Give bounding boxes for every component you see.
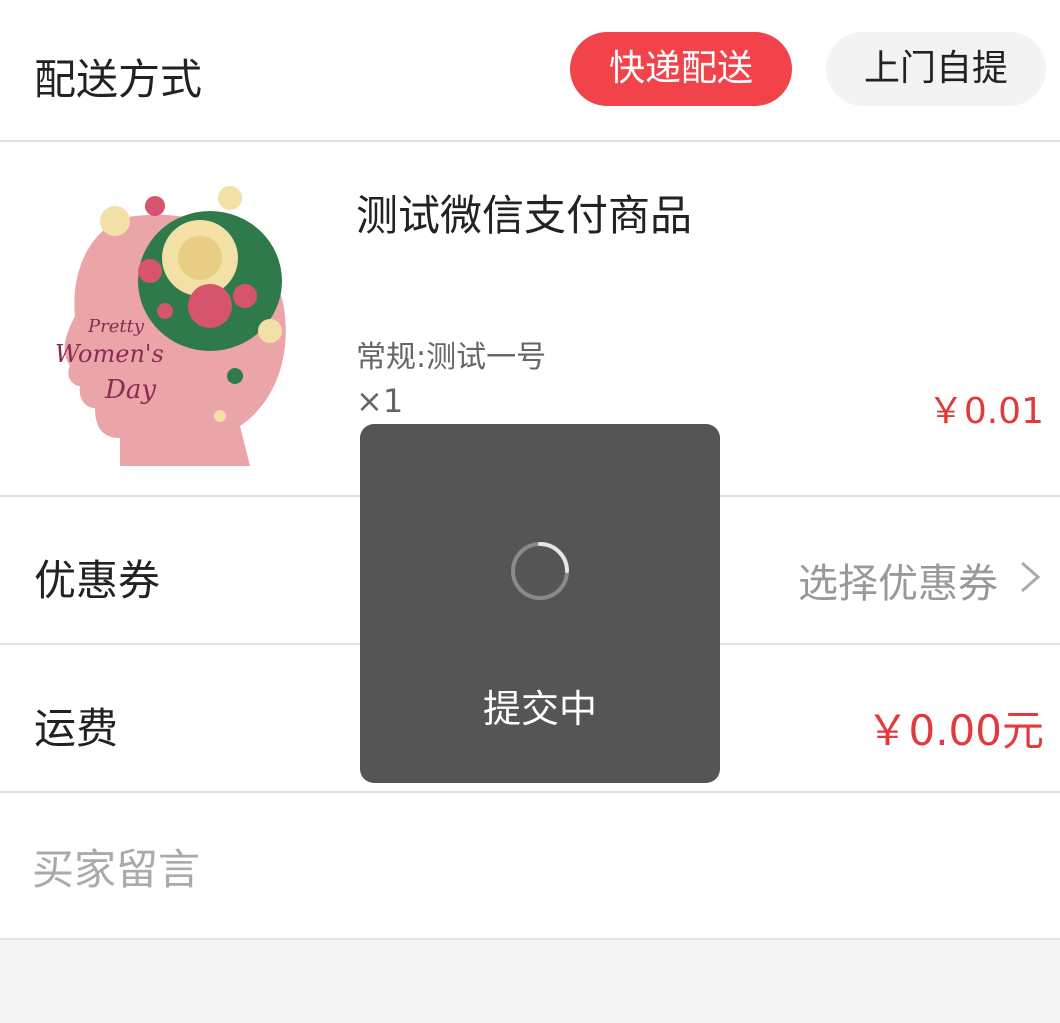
chevron-right-icon xyxy=(1021,561,1041,593)
express-delivery-button[interactable]: 快递配送 xyxy=(570,32,792,106)
shipping-fee-value: ￥0.00元 xyxy=(866,706,1044,755)
product-price: ￥0.01 xyxy=(927,391,1044,432)
coupon-select-text[interactable]: 选择优惠券 xyxy=(798,551,998,609)
buyer-message-input[interactable] xyxy=(30,833,1024,905)
image-text-womens: Women's xyxy=(55,340,164,368)
image-text-pretty: Pretty xyxy=(87,316,145,337)
product-name: 测试微信支付商品 xyxy=(356,191,693,240)
delivery-method-label: 配送方式 xyxy=(34,55,203,104)
coupon-label: 优惠券 xyxy=(34,556,161,605)
product-quantity: ×1 xyxy=(356,382,404,420)
shipping-fee-label: 运费 xyxy=(34,704,119,753)
loading-toast: 提交中 xyxy=(360,424,720,783)
loading-text: 提交中 xyxy=(482,687,597,731)
image-text-day: Day xyxy=(104,375,156,405)
loading-spinner-icon xyxy=(511,542,569,600)
product-thumbnail: Pretty Women's Day xyxy=(55,186,286,466)
buyer-message-row xyxy=(0,793,1060,940)
self-pickup-button[interactable]: 上门自提 xyxy=(826,32,1046,106)
delivery-method-row: 配送方式 快递配送 上门自提 xyxy=(0,0,1060,142)
product-spec: 常规:测试一号 xyxy=(356,340,547,375)
